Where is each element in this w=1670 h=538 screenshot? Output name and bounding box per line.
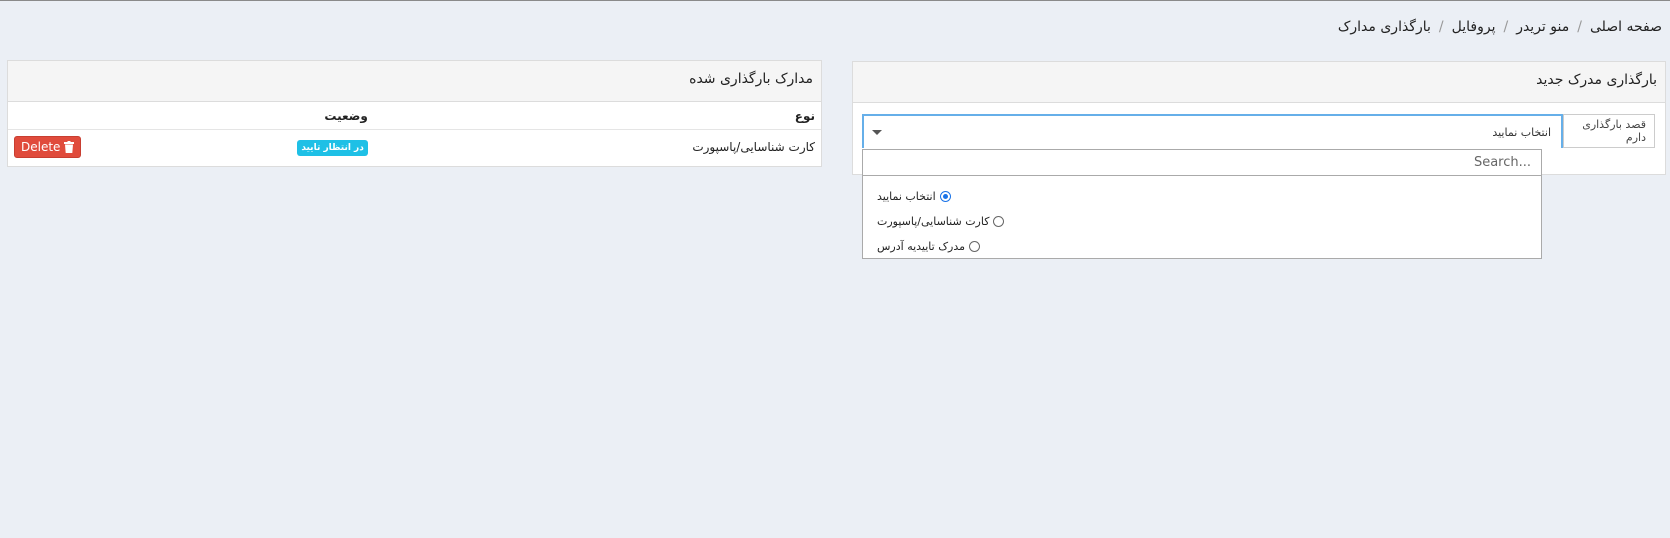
status-badge: در انتظار تایید <box>297 139 368 156</box>
breadcrumb-separator: / <box>1577 19 1582 35</box>
caret-down-icon <box>872 130 882 135</box>
option-id-passport[interactable]: کارت شناسایی/پاسپورت <box>863 209 1527 234</box>
document-type: کارت شناسایی/پاسپورت <box>692 140 815 154</box>
option-label: مدرک تاییدیه آدرس <box>877 240 966 253</box>
breadcrumb-separator: / <box>1503 19 1509 35</box>
radio-icon <box>969 241 981 252</box>
dropdown-options: انتخاب نمایید کارت شناسایی/پاسپورت مدرک … <box>863 176 1541 259</box>
breadcrumb-separator: / <box>1438 19 1444 35</box>
option-label: کارت شناسایی/پاسپورت <box>877 215 990 228</box>
document-type-select[interactable]: انتخاب نمایید <box>862 114 1563 148</box>
option-label: انتخاب نمایید <box>877 190 936 203</box>
uploaded-documents-panel: مدارک بارگذاری شده نوع وضعیت کارت شناسای… <box>7 60 822 167</box>
breadcrumb-trader-menu[interactable]: منو تریدر <box>1516 19 1569 35</box>
dropdown-search <box>863 150 1541 176</box>
table-row: کارت شناسایی/پاسپورت در انتظار تایید Del… <box>8 130 821 165</box>
dropdown-search-input[interactable] <box>863 150 1541 175</box>
upload-intent-label: قصد بارگذاری دارم <box>1563 114 1655 148</box>
breadcrumb-profile[interactable]: پروفایل <box>1452 19 1496 35</box>
delete-button-label: Delete <box>21 140 61 154</box>
radio-icon <box>993 216 1005 227</box>
option-select[interactable]: انتخاب نمایید <box>863 184 1527 209</box>
table-header-row: نوع وضعیت <box>8 102 821 130</box>
documents-table: نوع وضعیت کارت شناسایی/پاسپورت در انتظار… <box>8 102 821 164</box>
column-type: نوع <box>373 102 821 130</box>
delete-button[interactable]: Delete <box>14 136 82 158</box>
option-address-proof[interactable]: مدرک تاییدیه آدرس <box>863 234 1527 259</box>
radio-checked-icon <box>939 191 951 202</box>
document-type-dropdown: انتخاب نمایید کارت شناسایی/پاسپورت مدرک … <box>862 149 1542 259</box>
breadcrumb-current: بارگذاری مدارک <box>1337 19 1431 35</box>
breadcrumb-home[interactable]: صفحه اصلی <box>1590 19 1662 35</box>
uploaded-documents-title: مدارک بارگذاری شده <box>8 61 821 102</box>
new-document-title: بارگذاری مدرک جدید <box>853 62 1665 103</box>
column-status: وضعیت <box>100 102 374 130</box>
breadcrumb: صفحه اصلی / منو تریدر / پروفایل / بارگذا… <box>1338 19 1662 35</box>
trash-icon <box>64 141 75 153</box>
document-type-input-group: قصد بارگذاری دارم انتخاب نمایید <box>862 114 1655 148</box>
select-current-value: انتخاب نمایید <box>1492 125 1551 139</box>
